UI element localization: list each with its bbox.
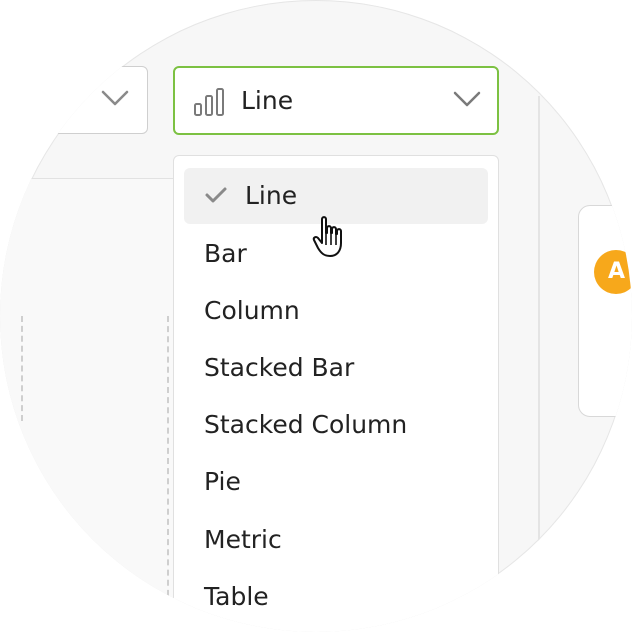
menu-item-label: Stacked Column bbox=[204, 410, 408, 439]
magnified-view: Line Line Bar Column Stacked Bar Stacked… bbox=[0, 0, 632, 632]
menu-item-label: Line bbox=[245, 181, 298, 210]
avatar-badge: A bbox=[594, 250, 632, 294]
menu-item-pie[interactable]: Pie bbox=[184, 454, 488, 510]
menu-item-label: Pie bbox=[204, 467, 241, 496]
check-icon bbox=[205, 187, 227, 203]
bar-chart-icon bbox=[194, 88, 224, 116]
left-select[interactable] bbox=[40, 66, 148, 134]
hand-pointer-icon bbox=[312, 216, 342, 257]
menu-item-table[interactable]: Table bbox=[184, 569, 488, 625]
menu-item-label: Bar bbox=[204, 239, 247, 268]
side-card[interactable] bbox=[578, 205, 632, 417]
dashed-guide-line bbox=[21, 316, 23, 421]
menu-item-label: Metric bbox=[204, 525, 282, 554]
chart-type-select[interactable]: Line bbox=[173, 66, 499, 135]
dashed-guide-line bbox=[167, 316, 169, 606]
menu-item-stacked-column[interactable]: Stacked Column bbox=[184, 397, 488, 453]
menu-item-stacked-bar[interactable]: Stacked Bar bbox=[184, 340, 488, 396]
chart-type-value: Line bbox=[241, 86, 294, 115]
menu-item-label: Table bbox=[204, 582, 269, 611]
menu-item-metric[interactable]: Metric bbox=[184, 512, 488, 568]
chevron-down-icon bbox=[453, 91, 481, 107]
left-panel bbox=[0, 178, 175, 632]
panel-divider bbox=[538, 96, 540, 566]
menu-item-column[interactable]: Column bbox=[184, 283, 488, 339]
menu-item-label: Column bbox=[204, 296, 300, 325]
chevron-down-icon bbox=[101, 90, 129, 106]
menu-item-label: Stacked Bar bbox=[204, 353, 355, 382]
